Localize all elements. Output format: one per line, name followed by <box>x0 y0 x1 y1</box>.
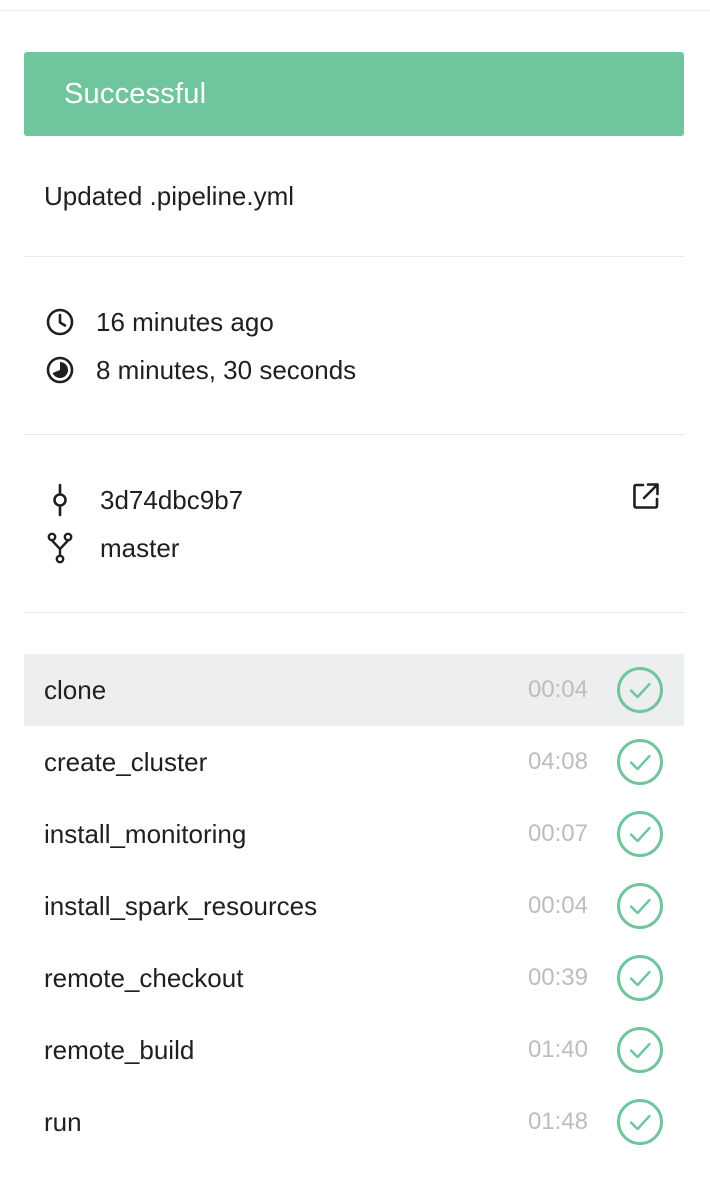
check-circle-icon <box>616 882 664 930</box>
step-name: remote_checkout <box>44 962 244 993</box>
commit-message: Updated .pipeline.yml <box>44 181 295 211</box>
step-row[interactable]: run 01:48 <box>24 1086 684 1158</box>
step-row[interactable]: clone 00:04 <box>24 654 684 726</box>
status-banner: Successful <box>24 52 684 136</box>
step-row[interactable]: remote_checkout 00:39 <box>24 942 684 1014</box>
commit-row: 3d74dbc9b7 <box>44 480 243 520</box>
duration-row: 8 minutes, 30 seconds <box>44 350 356 390</box>
check-circle-icon <box>616 810 664 858</box>
step-time: 00:07 <box>527 820 588 847</box>
step-time: 00:04 <box>527 676 588 703</box>
branch-row: master <box>44 528 179 568</box>
step-time: 01:48 <box>527 1108 588 1135</box>
check-circle-icon <box>616 738 664 786</box>
step-time: 01:40 <box>527 1036 588 1063</box>
step-name: run <box>44 1106 82 1137</box>
duration-text: 8 minutes, 30 seconds <box>96 354 357 385</box>
status-label: Successful <box>64 77 207 110</box>
step-row[interactable]: remote_build 01:40 <box>24 1014 684 1086</box>
commit-hash[interactable]: 3d74dbc9b7 <box>100 485 243 516</box>
branch-name: master <box>100 532 180 563</box>
started-time: 16 minutes ago <box>96 306 274 337</box>
check-circle-icon <box>616 954 664 1002</box>
step-time: 04:08 <box>527 748 588 775</box>
step-name: install_spark_resources <box>44 890 318 921</box>
timer-icon <box>44 354 76 386</box>
step-row[interactable]: install_monitoring 00:07 <box>24 798 684 870</box>
branch-icon <box>44 532 76 564</box>
divider <box>24 434 684 435</box>
divider <box>24 612 684 613</box>
external-link-icon[interactable] <box>628 478 664 514</box>
steps-list: clone 00:04 create_cluster 04:08 install… <box>24 654 684 1158</box>
started-row: 16 minutes ago <box>44 302 274 342</box>
step-name: clone <box>44 674 107 705</box>
step-time: 00:39 <box>527 964 588 991</box>
step-name: remote_build <box>44 1034 195 1065</box>
check-circle-icon <box>616 1026 664 1074</box>
step-name: install_monitoring <box>44 818 247 849</box>
clock-icon <box>44 306 76 338</box>
step-row[interactable]: install_spark_resources 00:04 <box>24 870 684 942</box>
divider <box>24 256 684 257</box>
step-name: create_cluster <box>44 746 208 777</box>
step-time: 00:04 <box>527 892 588 919</box>
commit-icon <box>44 483 76 517</box>
check-circle-icon <box>616 666 664 714</box>
step-row[interactable]: create_cluster 04:08 <box>24 726 684 798</box>
check-circle-icon <box>616 1098 664 1146</box>
top-divider <box>0 10 710 11</box>
